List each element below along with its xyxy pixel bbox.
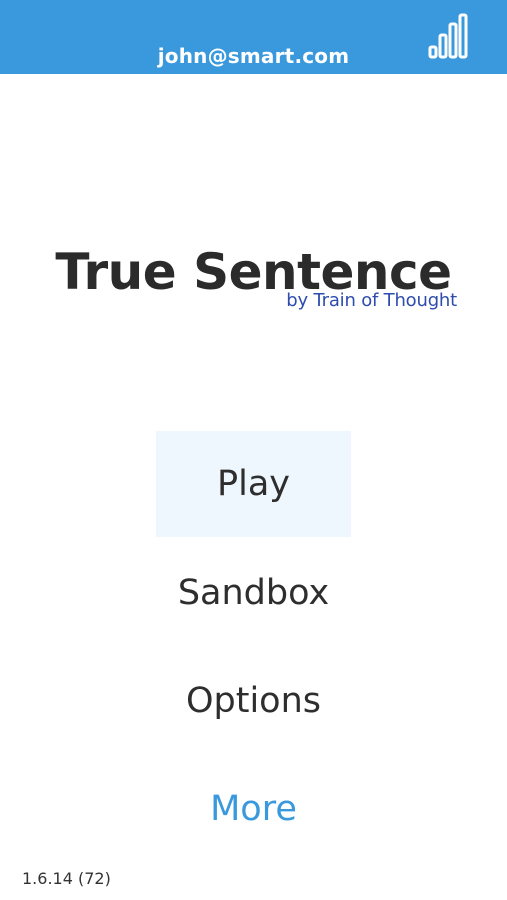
sandbox-button[interactable]: Sandbox	[156, 540, 351, 646]
bar-chart-icon	[428, 13, 468, 59]
app-byline: by Train of Thought	[286, 290, 457, 311]
play-button[interactable]: Play	[156, 431, 351, 537]
stats-button[interactable]	[422, 10, 478, 64]
options-button[interactable]: Options	[156, 648, 351, 754]
version-label: 1.6.14 (72)	[22, 869, 111, 888]
more-button[interactable]: More	[156, 756, 351, 862]
title-block: True Sentence by Train of Thought	[0, 236, 507, 326]
main-menu-screen: john@smart.com True Sentence by Train of…	[0, 0, 507, 900]
top-bar: john@smart.com	[0, 0, 507, 74]
